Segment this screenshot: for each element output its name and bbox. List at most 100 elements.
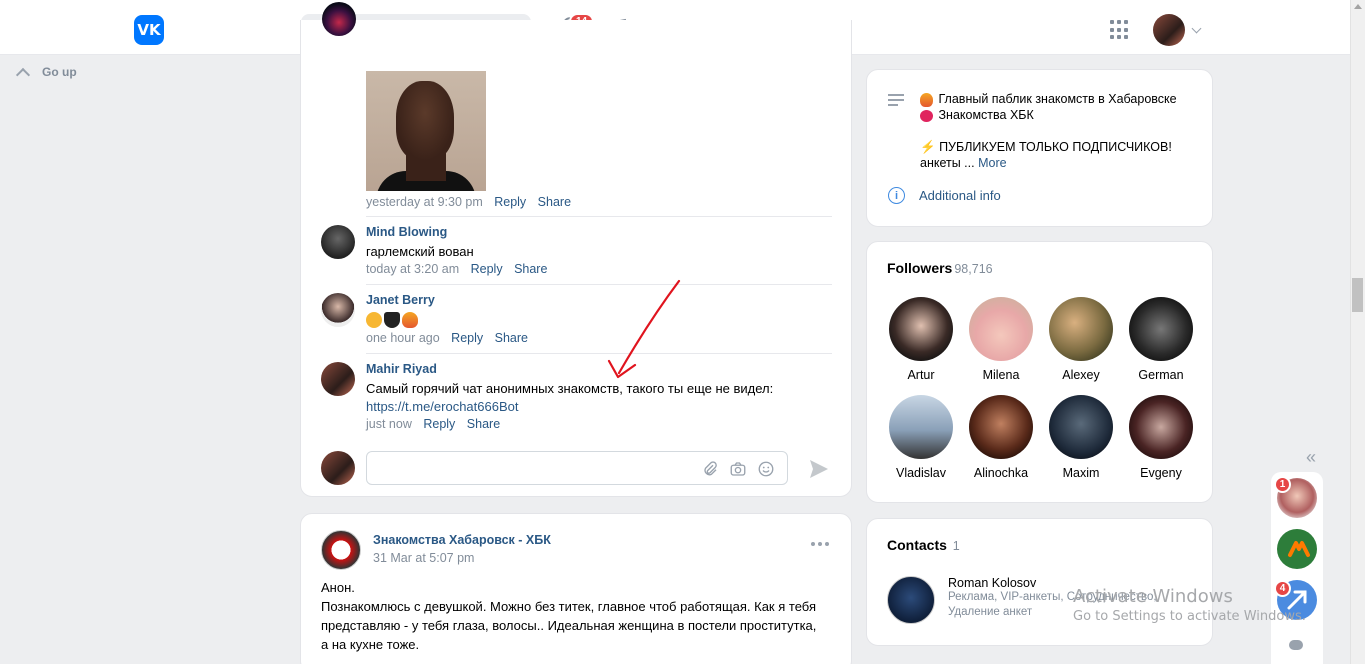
avatar (889, 395, 953, 459)
reply-link[interactable]: Reply (451, 331, 483, 345)
apps-grid-icon[interactable] (1110, 20, 1130, 40)
community-avatar[interactable] (321, 530, 361, 570)
avatar (1049, 297, 1113, 361)
comment-meta: one hour ago Reply Share (366, 331, 528, 345)
comment-composer[interactable] (366, 451, 788, 485)
black-heart-icon (384, 311, 400, 328)
comment-time: today at 3:20 am (366, 262, 460, 276)
follower-name: Maxim (1062, 466, 1100, 480)
follower-name: Alinochka (973, 466, 1029, 480)
desc-line: анкеты ... (920, 156, 975, 170)
avatar (1049, 395, 1113, 459)
watermark-line: Go to Settings to activate Windows. (1073, 609, 1306, 624)
comment-input[interactable] (377, 452, 697, 482)
follower-name: Vladislav (895, 466, 947, 480)
follower-name: Milena (982, 368, 1020, 382)
follower-item[interactable]: Maxim (1041, 395, 1121, 480)
watermark-line: Activate Windows (1073, 586, 1233, 607)
scrollbar[interactable] (1350, 0, 1365, 664)
comment-time: just now (366, 417, 412, 431)
reply-link[interactable]: Reply (471, 262, 503, 276)
comment-author[interactable]: Janet Berry (366, 293, 435, 307)
share-link[interactable]: Share (514, 262, 547, 276)
more-link[interactable]: More (978, 156, 1006, 170)
share-link[interactable]: Share (538, 195, 571, 209)
follower-item[interactable]: Artur (881, 297, 961, 382)
reply-link[interactable]: Reply (423, 417, 455, 431)
desc-line: ПУБЛИКУЕМ ТОЛЬКО ПОДПИСЧИКОВ! (939, 140, 1172, 154)
comment-body: Самый горячий чат анонимных знакомств, т… (366, 381, 774, 396)
follower-item[interactable]: Alexey (1041, 297, 1121, 382)
share-link[interactable]: Share (467, 417, 500, 431)
avatar (887, 576, 935, 624)
heart-eyes-emoji-icon (366, 311, 382, 328)
chat-bar: 1 4 (1271, 472, 1323, 664)
divider (366, 216, 832, 217)
post-date[interactable]: 31 Mar at 5:07 pm (373, 551, 474, 565)
avatar (969, 297, 1033, 361)
more-options-icon[interactable] (811, 542, 829, 546)
avatar[interactable] (321, 293, 355, 327)
follower-item[interactable]: German (1121, 297, 1201, 382)
smile-icon[interactable] (757, 460, 775, 478)
chat-bubble-icon[interactable] (1289, 640, 1303, 650)
avatar (1129, 297, 1193, 361)
scroll-up-arrow-icon[interactable] (1354, 4, 1362, 9)
additional-info-label: Additional info (919, 188, 1001, 203)
followers-count: 98,716 (954, 262, 993, 276)
post-line: представляю - у тебя глаза, волосы.. Иде… (321, 618, 817, 633)
lightning-icon: ⚡ (920, 140, 936, 154)
follower-item[interactable]: Alinochka (961, 395, 1041, 480)
user-avatar (1153, 14, 1185, 46)
follower-name: German (1138, 368, 1184, 382)
post-line: Познакомлюсь с девушкой. Можно без титек… (321, 599, 816, 614)
desc-line: Главный паблик знакомств в Хабаровске (938, 92, 1177, 106)
comment-author[interactable]: Mind Blowing (366, 225, 447, 239)
follower-name: Evgeny (1140, 466, 1182, 480)
avatar[interactable] (322, 2, 356, 36)
comment-meta: just now Reply Share (366, 417, 500, 431)
fire-icon (402, 311, 418, 328)
contacts-title[interactable]: Contacts 1 (887, 537, 960, 553)
vk-logo[interactable]: VK (134, 15, 164, 45)
follower-name: Artur (907, 368, 935, 382)
go-up-button[interactable]: Go up (15, 64, 77, 83)
follower-item[interactable]: Milena (961, 297, 1041, 382)
go-up-label: Go up (42, 65, 77, 79)
heart-icon (920, 109, 933, 122)
follower-item[interactable]: Evgeny (1121, 395, 1201, 480)
avatar[interactable] (321, 225, 355, 259)
scrollbar-thumb[interactable] (1352, 278, 1363, 312)
contacts-count: 1 (952, 539, 960, 553)
info-icon: i (888, 187, 905, 204)
followers-grid: Artur Milena Alexey German Vladislav Ali… (881, 297, 1201, 480)
contacts-card: Contacts 1 Roman Kolosov Реклама, VIP-ан… (866, 518, 1213, 646)
post-text: Анон. Познакомлюсь с девушкой. Можно без… (321, 578, 836, 654)
divider (366, 353, 832, 354)
follower-name: Alexey (1062, 368, 1100, 382)
comment-photo[interactable] (366, 71, 486, 191)
additional-info-link[interactable]: i Additional info (888, 187, 1001, 204)
comment-link[interactable]: https://t.me/erochat666Bot (366, 399, 518, 414)
post-author[interactable]: Знакомства Хабаровск - ХБК (373, 533, 551, 547)
chevron-up-icon (15, 67, 31, 83)
red-arrow-annotation (607, 279, 681, 379)
unread-badge: 1 (1274, 476, 1291, 493)
divider (366, 284, 832, 285)
follower-item[interactable]: Vladislav (881, 395, 961, 480)
collapse-chats-icon[interactable]: « (1306, 447, 1316, 468)
comment-time: one hour ago (366, 331, 440, 345)
send-icon[interactable] (807, 457, 831, 481)
comment-author[interactable]: Mahir Riyad (366, 362, 437, 376)
user-menu[interactable] (1153, 14, 1202, 46)
chat-avatar[interactable] (1277, 529, 1317, 569)
reply-link[interactable]: Reply (494, 195, 526, 209)
post-line: Анон. (321, 580, 355, 595)
avatar[interactable] (321, 362, 355, 396)
fire-icon (920, 92, 933, 107)
share-link[interactable]: Share (495, 331, 528, 345)
camera-icon[interactable] (729, 460, 747, 478)
paperclip-icon[interactable] (701, 460, 719, 478)
avatar (889, 297, 953, 361)
followers-title[interactable]: Followers 98,716 (887, 260, 993, 276)
